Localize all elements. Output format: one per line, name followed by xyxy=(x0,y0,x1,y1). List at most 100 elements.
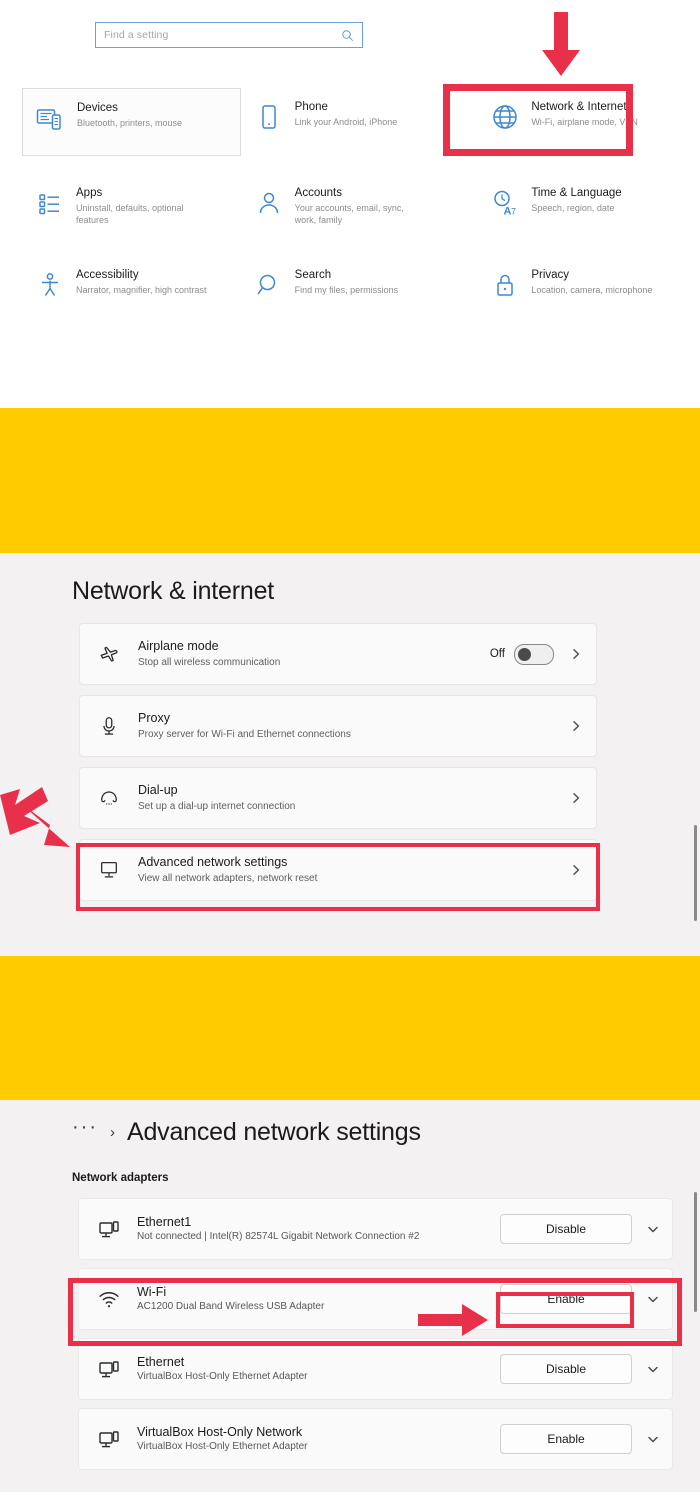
scrollbar[interactable] xyxy=(694,1192,697,1312)
apps-list-icon xyxy=(34,187,66,219)
breadcrumb-separator-icon: › xyxy=(109,1124,115,1141)
card-subtitle: Stop all wireless communication xyxy=(138,657,281,668)
tile-subtitle: Location, camera, microphone xyxy=(531,285,653,295)
setting-card-airplane-mode[interactable]: Airplane mode Stop all wireless communic… xyxy=(79,623,597,685)
settings-tile-phone[interactable]: Phone Link your Android, iPhone xyxy=(241,88,460,156)
chevron-right-icon[interactable] xyxy=(570,864,582,876)
adapter-name: Ethernet xyxy=(137,1354,185,1369)
proxy-icon xyxy=(98,715,120,737)
tile-subtitle: Bluetooth, printers, mouse xyxy=(77,118,183,128)
toggle-knob xyxy=(518,647,531,661)
devices-icon xyxy=(35,102,67,134)
settings-tile-time-language[interactable]: A 7 Time & Language Speech, region, date xyxy=(459,174,678,238)
tile-title: Phone xyxy=(294,101,328,113)
card-subtitle: Proxy server for Wi-Fi and Ethernet conn… xyxy=(138,729,351,740)
card-subtitle: View all network adapters, network reset xyxy=(138,873,318,884)
setting-card-proxy[interactable]: Proxy Proxy server for Wi-Fi and Etherne… xyxy=(79,695,597,757)
settings-tile-network-internet[interactable]: Network & Internet Wi-Fi, airplane mode,… xyxy=(459,88,678,156)
tile-subtitle: Narrator, magnifier, high contrast xyxy=(76,285,207,295)
card-subtitle: Set up a dial-up internet connection xyxy=(138,801,296,812)
settings-home-panel: Find a setting Devices Bluetooth, printe… xyxy=(0,0,700,408)
adapter-row-ethernet[interactable]: Ethernet VirtualBox Host-Only Ethernet A… xyxy=(78,1338,673,1400)
ethernet-icon xyxy=(97,1217,121,1241)
settings-tile-accounts[interactable]: Accounts Your accounts, email, sync, wor… xyxy=(241,174,460,238)
adapter-action-button[interactable]: Enable xyxy=(500,1424,632,1454)
adapter-name: VirtualBox Host-Only Network xyxy=(137,1424,303,1439)
page-title: Network & internet xyxy=(72,577,275,605)
section-divider-yellow xyxy=(0,408,700,553)
adapter-row-wifi[interactable]: Wi-Fi AC1200 Dual Band Wireless USB Adap… xyxy=(78,1268,673,1330)
chevron-down-icon[interactable] xyxy=(646,1222,660,1236)
card-title: Dial-up xyxy=(138,783,178,797)
tile-subtitle: Uninstall, defaults, optional features xyxy=(76,203,184,225)
tile-subtitle: Wi-Fi, airplane mode, VPN xyxy=(531,117,638,127)
adapter-row-ethernet1[interactable]: Ethernet1 Not connected | Intel(R) 82574… xyxy=(78,1198,673,1260)
search-icon xyxy=(341,29,354,42)
svg-text:7: 7 xyxy=(511,207,516,217)
adapter-description: VirtualBox Host-Only Ethernet Adapter xyxy=(137,1370,308,1382)
settings-tile-accessibility[interactable]: Accessibility Narrator, magnifier, high … xyxy=(22,256,241,313)
tile-row: Accessibility Narrator, magnifier, high … xyxy=(22,256,678,313)
chevron-right-icon[interactable] xyxy=(570,792,582,804)
arrow-right-icon xyxy=(418,1303,490,1337)
tile-title: Devices xyxy=(77,102,118,114)
adapter-action-button[interactable]: Disable xyxy=(500,1214,632,1244)
adapter-name: Wi-Fi xyxy=(137,1284,167,1299)
chevron-down-icon[interactable] xyxy=(646,1362,660,1376)
tile-title: Privacy xyxy=(531,269,570,281)
tile-title: Network & Internet xyxy=(531,101,627,113)
tile-title: Time & Language xyxy=(531,187,622,199)
page-title: Advanced network settings xyxy=(126,1118,421,1146)
network-internet-panel: Network & internet Airplane mode Stop al… xyxy=(0,553,700,956)
settings-tile-apps[interactable]: Apps Uninstall, defaults, optional featu… xyxy=(22,174,241,238)
card-title: Proxy xyxy=(138,711,170,725)
settings-tile-search[interactable]: Search Find my files, permissions xyxy=(241,256,460,313)
chevron-down-icon[interactable] xyxy=(646,1432,660,1446)
tile-title: Accessibility xyxy=(76,269,139,281)
card-title: Advanced network settings xyxy=(138,855,288,869)
magnifier-icon xyxy=(253,269,285,301)
page-bottom-edge xyxy=(0,1492,700,1500)
adapter-name: Ethernet1 xyxy=(137,1214,192,1229)
breadcrumb-overflow-button[interactable]: ··· xyxy=(72,1117,98,1137)
setting-card-dial-up[interactable]: Dial-up Set up a dial-up internet connec… xyxy=(79,767,597,829)
search-placeholder: Find a setting xyxy=(104,29,169,41)
dialup-icon xyxy=(98,787,120,809)
arrow-diagonal-icon xyxy=(0,785,76,857)
chevron-right-icon[interactable] xyxy=(570,720,582,732)
tile-subtitle: Speech, region, date xyxy=(531,203,615,213)
section-divider-yellow xyxy=(0,956,700,1100)
accessibility-icon xyxy=(34,269,66,301)
wifi-icon xyxy=(97,1287,121,1311)
chevron-down-icon[interactable] xyxy=(646,1292,660,1306)
scrollbar[interactable] xyxy=(694,825,697,921)
network-adapter-list: Ethernet1 Not connected | Intel(R) 82574… xyxy=(78,1198,673,1478)
settings-tile-grid: Devices Bluetooth, printers, mouse Phone… xyxy=(22,88,678,313)
tile-title: Apps xyxy=(76,187,103,199)
tile-row: Apps Uninstall, defaults, optional featu… xyxy=(22,174,678,238)
search-input[interactable]: Find a setting xyxy=(95,22,363,48)
adapter-action-button[interactable]: Disable xyxy=(500,1354,632,1384)
adapter-row-virtualbox-host-only-network[interactable]: VirtualBox Host-Only Network VirtualBox … xyxy=(78,1408,673,1470)
breadcrumb: ··· › Advanced network settings xyxy=(72,1117,421,1147)
adapter-action-button[interactable]: Enable xyxy=(500,1284,632,1314)
monitor-network-icon xyxy=(98,859,120,881)
settings-tile-privacy[interactable]: Privacy Location, camera, microphone xyxy=(459,256,678,313)
advanced-network-settings-panel: ··· › Advanced network settings Network … xyxy=(0,1100,700,1500)
settings-tile-devices[interactable]: Devices Bluetooth, printers, mouse xyxy=(22,88,241,156)
globe-icon xyxy=(489,101,521,133)
network-settings-list: Airplane mode Stop all wireless communic… xyxy=(79,623,597,911)
airplane-icon xyxy=(98,643,120,665)
arrow-down-icon xyxy=(538,12,584,78)
card-title: Airplane mode xyxy=(138,639,219,653)
adapter-description: Not connected | Intel(R) 82574L Gigabit … xyxy=(137,1230,420,1242)
adapter-description: VirtualBox Host-Only Ethernet Adapter xyxy=(137,1440,308,1452)
ethernet-icon xyxy=(97,1427,121,1451)
chevron-right-icon[interactable] xyxy=(570,648,582,660)
tile-subtitle: Find my files, permissions xyxy=(294,285,399,295)
setting-card-advanced-network-settings[interactable]: Advanced network settings View all netwo… xyxy=(79,839,597,901)
tile-title: Accounts xyxy=(294,187,342,199)
tile-subtitle: Link your Android, iPhone xyxy=(294,117,398,127)
airplane-mode-toggle[interactable] xyxy=(514,643,554,665)
tile-title: Search xyxy=(294,269,332,281)
